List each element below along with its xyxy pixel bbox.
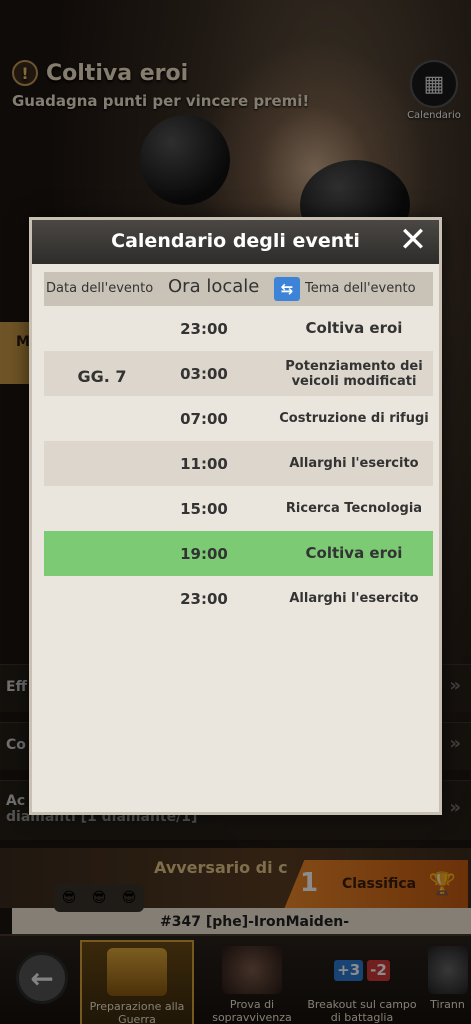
event-theme: Potenziamento dei veicoli modificati [285,358,423,389]
event-schedule-table: Data dell'evento Ora locale ⇆ Tema dell'… [44,272,433,621]
event-theme: Coltiva eroi [305,544,403,562]
event-time: 19:00 [180,545,228,563]
column-time: Ora locale [168,276,260,297]
table-row: 11:00 Allarghi l'esercito [44,441,433,486]
table-row: 23:00 Coltiva eroi [44,306,433,351]
event-theme: Allarghi l'esercito [289,591,419,606]
event-time: 23:00 [180,320,228,338]
table-body: 23:00 Coltiva eroi 03:00 Potenziamento dei … [44,306,433,621]
day-label: GG. 7 [77,367,127,386]
table-header: Data dell'evento Ora locale ⇆ Tema dell'… [44,272,433,306]
event-time: 03:00 [180,365,228,383]
table-row: 07:00 Costruzione di rifugi [44,396,433,441]
event-theme: Costruzione di rifugi [279,411,429,426]
event-calendar-modal: Calendario degli eventi ✕ Data dell'even… [29,217,442,815]
modal-header: Calendario degli eventi ✕ [32,220,439,264]
column-date: Data dell'evento [46,281,154,296]
close-icon[interactable]: ✕ [395,222,431,258]
event-time: 11:00 [180,455,228,473]
event-time: 07:00 [180,410,228,428]
table-row: 19:00 Coltiva eroi [44,531,433,576]
table-row: 15:00 Ricerca Tecnologia [44,486,433,531]
table-row: 23:00 Allarghi l'esercito [44,576,433,621]
event-theme: Ricerca Tecnologia [285,501,423,516]
modal-title: Calendario degli eventi [111,230,360,252]
event-time: 23:00 [180,590,228,608]
event-time: 15:00 [180,500,228,518]
event-theme: Coltiva eroi [305,319,403,337]
swap-icon[interactable]: ⇆ [274,277,300,301]
event-theme: Allarghi l'esercito [289,456,419,471]
column-theme: Tema dell'evento [305,281,416,296]
